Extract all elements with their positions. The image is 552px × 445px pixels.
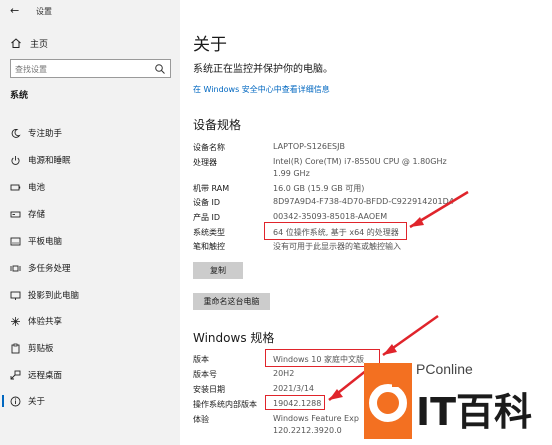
watermark: PConline IT百科 <box>358 355 552 445</box>
watermark-brand: IT百科 <box>416 390 533 434</box>
pconline-logo-icon <box>364 363 412 439</box>
watermark-site: PConline <box>416 361 473 377</box>
